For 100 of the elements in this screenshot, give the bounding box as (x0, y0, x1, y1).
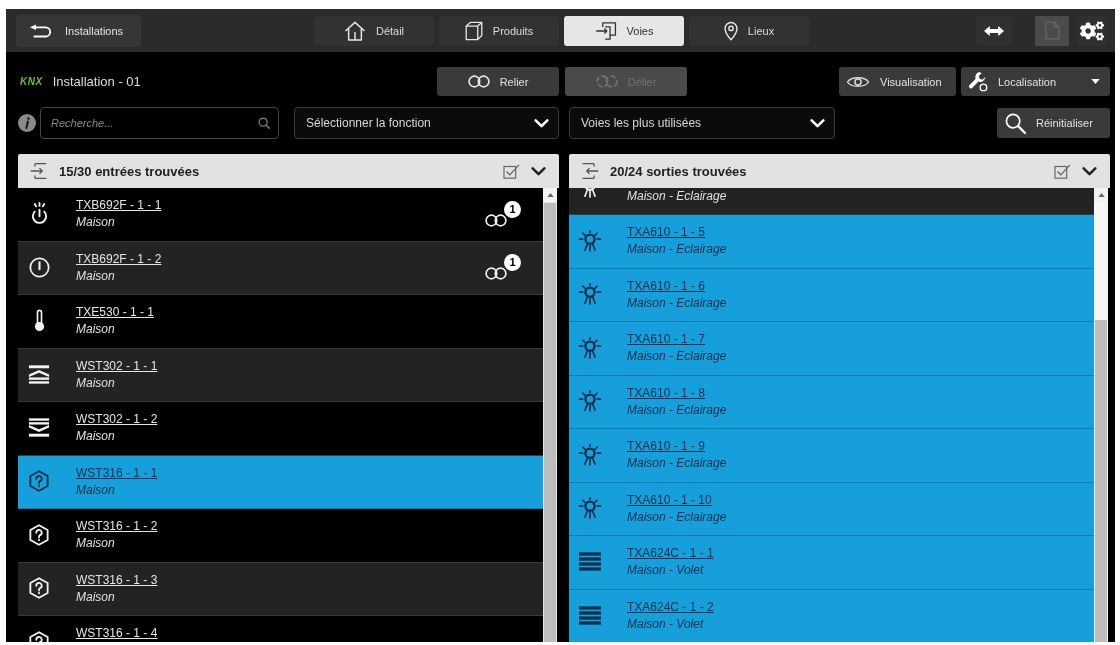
channel-location: Maison (76, 215, 115, 229)
light-bulb-icon (578, 497, 602, 520)
scrollbar-thumb[interactable] (1095, 320, 1107, 642)
channel-row[interactable]: TXB692F - 1 - 2 Maison 1 (18, 241, 543, 295)
channel-link[interactable]: WST302 - 1 - 2 (76, 412, 158, 426)
bars-down-arrow-icon (28, 418, 50, 438)
channel-link[interactable]: WST316 - 1 - 3 (76, 572, 158, 587)
light-bulb-icon (578, 283, 602, 306)
channel-row[interactable]: WST316 - 1 - 1 Maison (18, 455, 543, 509)
light-bulb-icon (578, 390, 602, 413)
channel-row[interactable]: Maison - Eclairage (569, 188, 1094, 215)
scroll-up-arrow-icon (1097, 193, 1105, 197)
arrow-into-box-icon (594, 21, 617, 40)
channel-link[interactable]: TXA610 - 1 - 8 (627, 385, 706, 400)
channel-location: Maison (76, 322, 115, 336)
light-bulb-icon (578, 336, 602, 359)
panel-title: 15/30 entrées trouvées (59, 163, 201, 179)
channel-link[interactable]: TXA624C - 1 - 1 (627, 546, 714, 560)
channel-link[interactable]: TXA610 - 1 - 6 (627, 278, 706, 293)
channel-row[interactable]: TXA610 - 1 - 6 Maison - Eclairage (569, 268, 1094, 322)
link-rings-icon (485, 213, 507, 227)
channel-row[interactable]: TXA610 - 1 - 8 Maison - Eclairage (569, 375, 1094, 429)
channel-location: Maison (76, 268, 115, 283)
channel-link[interactable]: TXA610 - 1 - 10 (627, 492, 712, 507)
channel-link[interactable]: TXE530 - 1 - 1 (76, 305, 155, 319)
channel-link[interactable]: TXA624C - 1 - 2 (627, 599, 714, 614)
channel-link[interactable]: WST316 - 1 - 1 (76, 465, 158, 480)
search-field[interactable]: Recherche... (40, 107, 279, 139)
map-pin-icon (723, 20, 738, 41)
brand-logo: KNX (20, 76, 43, 87)
channel-link[interactable]: WST302 - 1 - 1 (76, 358, 158, 373)
light-bulb-icon (578, 229, 602, 252)
channel-location: Maison - Volet (627, 563, 704, 577)
channel-location: Maison - Eclairage (627, 402, 727, 417)
arrow-out-bracket-icon (581, 162, 599, 180)
bars-up-arrow-icon (28, 364, 50, 384)
channel-location: Maison - Volet (627, 616, 704, 631)
wrench-icon (968, 71, 988, 92)
channel-dropdown[interactable]: Voies les plus utilisées (569, 107, 835, 139)
channel-location: Maison - Eclairage (627, 188, 727, 203)
function-dropdown[interactable]: Sélectionner la fonction (294, 107, 559, 139)
channel-location: Maison - Eclairage (627, 456, 727, 470)
nav-tab[interactable]: Lieux (689, 15, 809, 46)
magnifier-icon (1005, 112, 1026, 134)
house-icon (343, 20, 366, 41)
channel-link[interactable]: TXB692F - 1 - 1 (76, 198, 162, 212)
question-hexagon-icon (29, 577, 49, 600)
eye-icon (846, 74, 870, 89)
power-rays-icon (29, 202, 49, 226)
channel-location: Maison (76, 589, 115, 604)
nav-tab[interactable]: Détail (314, 15, 434, 46)
channel-link[interactable]: WST316 - 1 - 2 (76, 519, 158, 533)
channel-location: Maison (76, 536, 115, 550)
channel-link[interactable]: WST316 - 1 - 4 (76, 626, 158, 640)
channel-location: Maison (76, 375, 115, 390)
channel-row[interactable]: TXA610 - 1 - 9 Maison - Eclairage (569, 429, 1094, 483)
scrollbar[interactable] (1094, 188, 1108, 642)
channel-row[interactable]: TXA610 - 1 - 7 Maison - Eclairage (569, 322, 1094, 376)
back-button[interactable]: Installations (16, 14, 141, 47)
channel-location: Maison (76, 429, 115, 443)
panel-title: 20/24 sorties trouvées (610, 163, 748, 179)
power-circle-icon (28, 256, 50, 278)
channel-row[interactable]: WST316 - 1 - 3 Maison (18, 562, 543, 616)
channel-link[interactable]: TXA610 - 1 - 5 (627, 225, 706, 239)
chevron-down-icon (1082, 166, 1097, 176)
link-count-badge: 1 (504, 200, 521, 218)
box-icon (464, 20, 483, 41)
scrollbar-thumb[interactable] (544, 203, 556, 642)
channel-link[interactable]: TXB692F - 1 - 2 (76, 251, 162, 266)
channel-location: Maison - Eclairage (627, 295, 727, 310)
link-rings-icon (467, 75, 490, 88)
caret-down-icon (1091, 79, 1100, 84)
link-rings-icon (485, 267, 507, 281)
search-icon (258, 117, 270, 129)
horizontal-bars-icon (579, 552, 601, 572)
channel-row[interactable]: WST302 - 1 - 1 Maison (18, 348, 543, 402)
settings-button[interactable] (1078, 15, 1106, 46)
scrollbar[interactable] (543, 188, 557, 642)
localisation-dropdown-button[interactable]: Localisation (961, 67, 1110, 96)
channel-link[interactable]: TXA610 - 1 - 7 (627, 332, 706, 346)
channel-row[interactable]: TXA624C - 1 - 2 Maison - Volet (569, 589, 1094, 642)
checkbox-tick-icon (503, 163, 520, 179)
nav-tab[interactable]: Produits (439, 15, 559, 46)
question-hexagon-icon (29, 523, 49, 546)
question-hexagon-icon (29, 470, 49, 493)
chevron-down-icon (534, 118, 549, 128)
channel-row[interactable]: TXA610 - 1 - 10 Maison - Eclairage (569, 482, 1094, 536)
transfer-button[interactable] (976, 15, 1012, 46)
channel-location: Maison - Eclairage (627, 509, 727, 524)
unlink-rings-icon (595, 75, 618, 88)
channel-link[interactable]: TXA610 - 1 - 9 (627, 439, 706, 453)
light-bulb-icon (578, 443, 602, 466)
channel-row[interactable]: TXA624C - 1 - 1 Maison - Volet (569, 536, 1094, 590)
double-arrow-icon (984, 25, 1004, 36)
nav-tab[interactable]: Voies (564, 15, 684, 46)
channel-row[interactable]: TXA610 - 1 - 5 Maison - Eclairage (569, 215, 1094, 269)
link-button[interactable]: Relier (437, 67, 559, 96)
horizontal-bars-icon (579, 605, 601, 625)
reset-button[interactable]: Réinitialiser (997, 108, 1110, 138)
visualisation-button[interactable]: Visualisation (839, 67, 956, 96)
